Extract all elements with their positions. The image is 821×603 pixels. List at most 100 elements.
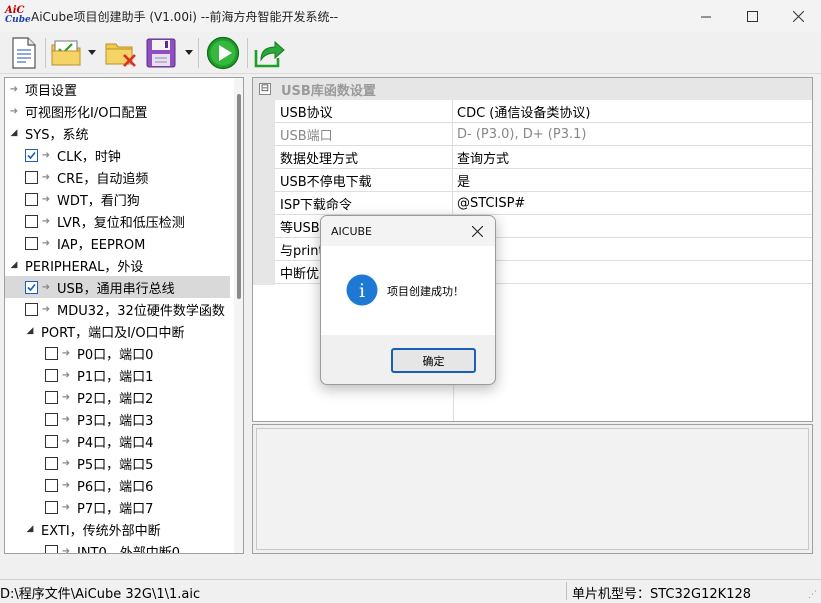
- tree-item-checkbox[interactable]: [25, 214, 38, 228]
- maximize-button[interactable]: [729, 0, 775, 32]
- logo-text-bottom: Cube: [5, 15, 31, 25]
- expanded-triangle-icon[interactable]: ◢: [9, 128, 19, 138]
- minimize-button[interactable]: [683, 0, 729, 32]
- tree-item-label: EXTI，传统外部中断: [41, 523, 161, 539]
- tree-item[interactable]: ➜ IAP，EEPROM: [5, 232, 230, 254]
- run-button[interactable]: [205, 36, 241, 70]
- toolbar-separator: [247, 38, 248, 68]
- property-row[interactable]: 数据处理方式 查询方式: [275, 146, 812, 169]
- property-row[interactable]: USB不停电下载是: [275, 169, 812, 192]
- tree-item-label: CRE，自动追频: [57, 171, 149, 187]
- svg-text:i: i: [359, 280, 365, 302]
- tree-item-label: 项目设置: [25, 83, 78, 99]
- tree-item[interactable]: ➜ P6口，端口6: [5, 474, 230, 496]
- arrow-right-icon: ➜: [61, 457, 71, 469]
- tree-item[interactable]: ➜ CLK，时钟: [5, 144, 230, 166]
- tree-item-checkbox[interactable]: [45, 346, 58, 360]
- expanded-triangle-icon[interactable]: ◢: [9, 260, 19, 270]
- resize-grip-icon[interactable]: ⋰: [808, 590, 817, 600]
- tree-item-checkbox[interactable]: [45, 368, 58, 382]
- save-project-button[interactable]: [145, 36, 177, 70]
- tree-item[interactable]: ➜ P2口，端口2: [5, 386, 230, 408]
- property-name: USB协议: [275, 100, 453, 122]
- tree-item-checkbox[interactable]: [25, 280, 38, 294]
- status-project-path: D:\程序文件\AiCube 32G\1\1.aic: [0, 587, 201, 602]
- delete-folder-icon: [105, 43, 136, 67]
- tree-item[interactable]: ➜ LVR，复位和低压检测: [5, 210, 230, 232]
- tree-scrollbar[interactable]: [234, 78, 243, 553]
- tree-item-checkbox[interactable]: [25, 236, 38, 250]
- close-button[interactable]: [775, 0, 821, 32]
- tree-item-checkbox[interactable]: [25, 302, 38, 316]
- tree-item-checkbox[interactable]: [45, 544, 58, 553]
- module-tree[interactable]: ➜ 项目设置 ➜ 可视图形化I/O口配置 ◢ SYS，系统 ➜ CLK，时钟 ➜ CRE，自动追频…: [4, 77, 244, 554]
- tree-item[interactable]: ◢ PERIPHERAL，外设: [5, 254, 230, 276]
- tree-item[interactable]: ➜ 可视图形化I/O口配置: [5, 100, 230, 122]
- tree-item[interactable]: ◢ SYS，系统: [5, 122, 230, 144]
- tree-item[interactable]: ➜ USB，通用串行总线: [5, 276, 230, 298]
- expanded-triangle-icon[interactable]: ◢: [25, 326, 35, 336]
- tree-item[interactable]: ➜ P7口，端口7: [5, 496, 230, 518]
- close-project-button[interactable]: [104, 36, 138, 70]
- tree-item[interactable]: ➜ WDT，看门狗: [5, 188, 230, 210]
- property-value[interactable]: @STCISP#: [453, 192, 812, 214]
- open-project-button[interactable]: [50, 36, 82, 70]
- tree-item[interactable]: ➜ MDU32，32位硬件数学函数: [5, 298, 230, 320]
- tree-item-checkbox[interactable]: [25, 170, 38, 184]
- ok-button[interactable]: 确定: [391, 348, 476, 373]
- arrow-right-icon: ➜: [61, 369, 71, 381]
- new-project-button[interactable]: [8, 36, 40, 70]
- tree-scrollbar-thumb[interactable]: [237, 94, 241, 299]
- tree-item[interactable]: ➜ INT0，外部中断0: [5, 540, 230, 553]
- tree-item[interactable]: ➜ P3口，端口3: [5, 408, 230, 430]
- tree-item[interactable]: ➜ P4口，端口4: [5, 430, 230, 452]
- property-section-header[interactable]: ⊟ USB库函数设置: [253, 78, 812, 100]
- arrow-right-icon: ➜: [9, 105, 19, 117]
- save-dropdown-arrow[interactable]: [185, 50, 193, 55]
- property-row[interactable]: USB协议 CDC (通信设备类协议): [275, 100, 812, 123]
- property-value[interactable]: 是: [453, 169, 812, 191]
- property-value[interactable]: [453, 238, 812, 260]
- dialog-title-bar: AICUBE: [321, 216, 495, 246]
- tree-item[interactable]: ➜ 项目设置: [5, 78, 230, 100]
- tree-item[interactable]: ➜ CRE，自动追频: [5, 166, 230, 188]
- dialog-title: AICUBE: [331, 224, 372, 238]
- tree-item[interactable]: ➜ P1口，端口1: [5, 364, 230, 386]
- arrow-right-icon: ➜: [41, 303, 51, 315]
- arrow-right-icon: ➜: [41, 215, 51, 227]
- status-mcu-model: 单片机型号：STC32G12K128: [572, 587, 752, 602]
- tree-item-checkbox[interactable]: [45, 478, 58, 492]
- expanded-triangle-icon[interactable]: ◢: [25, 524, 35, 534]
- tree-item[interactable]: ➜ P5口，端口5: [5, 452, 230, 474]
- tree-item[interactable]: ◢ EXTI，传统外部中断: [5, 518, 230, 540]
- tree-item[interactable]: ➜ P0口，端口0: [5, 342, 230, 364]
- property-value[interactable]: D- (P3.0), D+ (P3.1): [453, 123, 812, 145]
- property-row[interactable]: ISP下载命令 @STCISP#: [275, 192, 812, 215]
- export-button[interactable]: [252, 36, 286, 70]
- open-dropdown-arrow[interactable]: [88, 50, 96, 55]
- tree-item-checkbox[interactable]: [45, 434, 58, 448]
- arrow-right-icon: ➜: [61, 435, 71, 447]
- property-name: 数据处理方式: [275, 146, 453, 168]
- collapse-icon[interactable]: ⊟: [259, 83, 271, 95]
- tree-item-checkbox[interactable]: [45, 390, 58, 404]
- tree-item-checkbox[interactable]: [25, 192, 38, 206]
- tree-item-label: P6口，端口6: [77, 479, 154, 495]
- toolbar: [0, 32, 821, 74]
- property-value[interactable]: 先级: [453, 261, 812, 283]
- tree-item-label: WDT，看门狗: [57, 193, 140, 209]
- tree-item[interactable]: ◢ PORT，端口及I/O口中断: [5, 320, 230, 342]
- tree-item-checkbox[interactable]: [45, 500, 58, 514]
- tree-item-checkbox[interactable]: [45, 456, 58, 470]
- tree-item-checkbox[interactable]: [25, 148, 38, 162]
- property-row[interactable]: USB端口 D- (P3.0), D+ (P3.1): [275, 123, 812, 146]
- property-value[interactable]: [453, 215, 812, 237]
- arrow-right-icon: ➜: [41, 149, 51, 161]
- property-value[interactable]: 查询方式: [453, 146, 812, 168]
- dialog-close-button[interactable]: [467, 221, 487, 241]
- new-document-icon: [12, 37, 36, 69]
- checklist-icon: [51, 40, 81, 66]
- tree-item-label: P3口，端口3: [77, 413, 154, 429]
- tree-item-checkbox[interactable]: [45, 412, 58, 426]
- property-value[interactable]: CDC (通信设备类协议): [453, 100, 812, 122]
